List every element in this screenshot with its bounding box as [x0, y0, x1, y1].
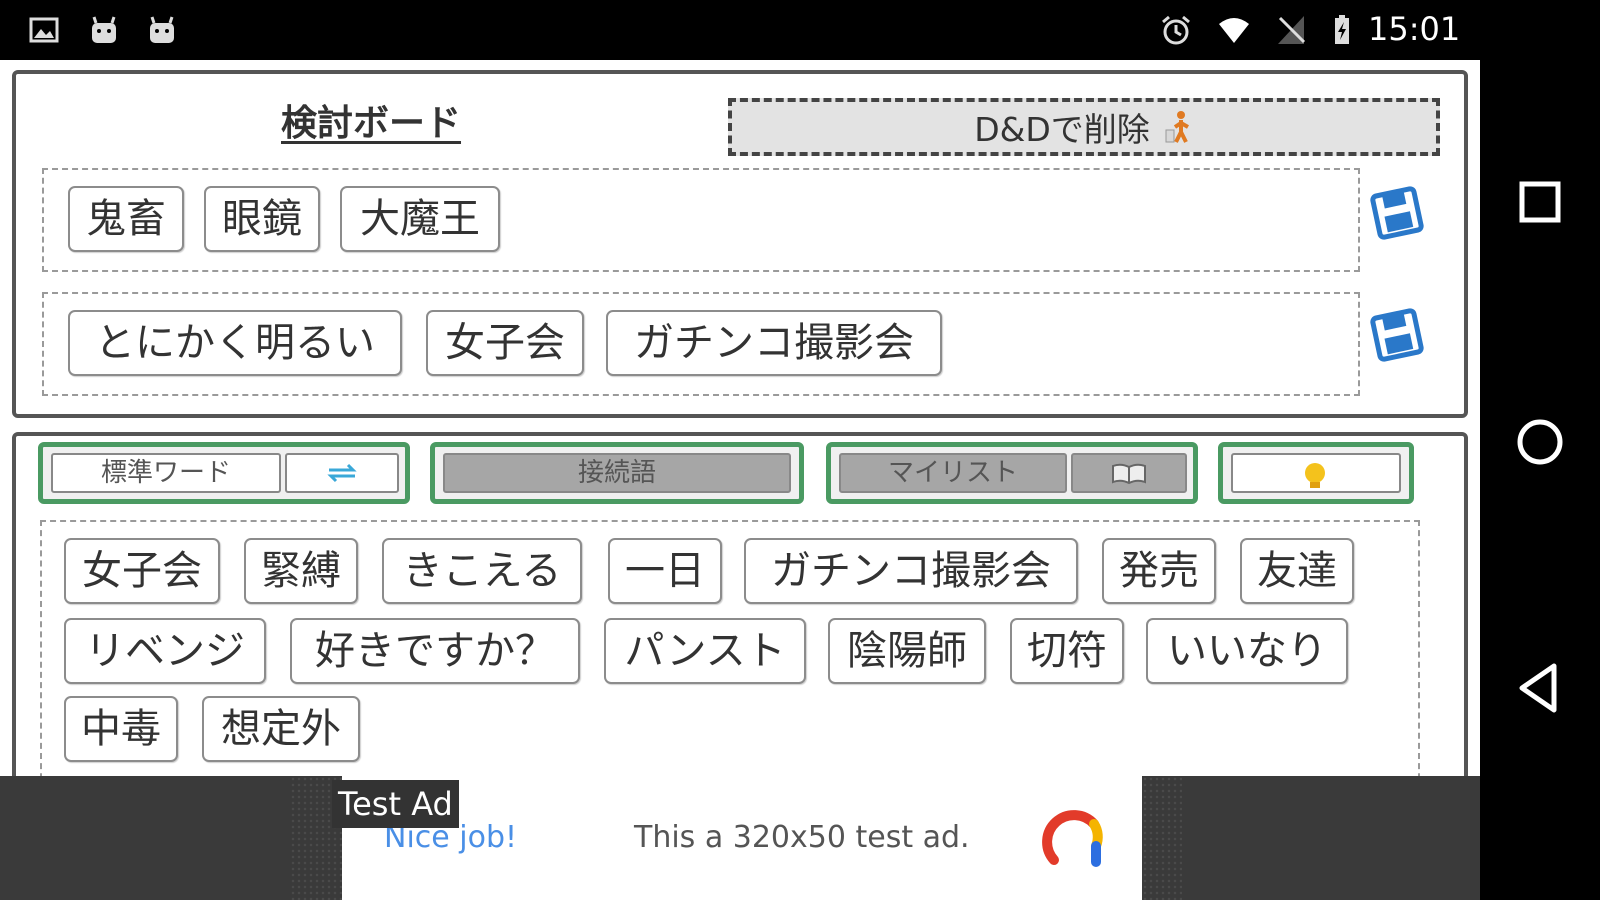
word-chip[interactable]: 眼鏡 — [204, 186, 320, 252]
word-chip[interactable]: 大魔王 — [340, 186, 500, 252]
word-chip[interactable]: 陰陽師 — [828, 618, 986, 684]
word-chip[interactable]: 女子会 — [64, 538, 220, 604]
word-chip[interactable]: リベンジ — [64, 618, 266, 684]
refresh-icon[interactable] — [285, 453, 399, 493]
word-chip[interactable]: きこえる — [382, 538, 582, 604]
board-row[interactable]: 鬼畜 眼鏡 大魔王 — [42, 168, 1360, 272]
word-chip[interactable]: 女子会 — [426, 310, 584, 376]
word-chip[interactable]: ガチンコ撮影会 — [744, 538, 1078, 604]
navigation-bar — [1480, 60, 1600, 900]
tab-label: 接続語 — [443, 453, 791, 493]
test-ad-badge: Test Ad — [332, 780, 459, 828]
status-bar: 15:01 — [0, 0, 1600, 60]
delete-drop-zone[interactable]: D&Dで削除 — [728, 98, 1440, 156]
home-button[interactable] — [1498, 400, 1582, 484]
app-content: 検討ボード D&Dで削除 鬼畜 眼鏡 大魔王 とにかく明るい 女子会 ガチンコ撮… — [0, 60, 1480, 776]
word-chip[interactable]: 切符 — [1010, 618, 1124, 684]
tab-my-list[interactable]: マイリスト — [826, 442, 1198, 504]
ad-text: This a 320x50 test ad. — [634, 820, 970, 855]
word-chip[interactable]: 緊縛 — [244, 538, 358, 604]
wifi-icon — [1219, 18, 1249, 43]
android-icon — [150, 16, 174, 43]
word-chip[interactable]: 想定外 — [202, 696, 360, 762]
board-row[interactable]: とにかく明るい 女子会 ガチンコ撮影会 — [42, 292, 1360, 396]
book-icon[interactable] — [1071, 453, 1187, 493]
tab-label: 標準ワード — [51, 453, 281, 493]
android-icon — [92, 16, 116, 43]
word-chip[interactable]: ガチンコ撮影会 — [606, 310, 942, 376]
ad-banner: Nice job! This a 320x50 test ad. Test Ad — [0, 776, 1480, 900]
recent-apps-button[interactable] — [1498, 160, 1582, 244]
alarm-icon — [1162, 15, 1190, 45]
tab-conjunctions[interactable]: 接続語 — [430, 442, 804, 504]
tab-ideas[interactable] — [1218, 442, 1414, 504]
battery-charging-icon — [1335, 15, 1349, 44]
word-chip[interactable]: パンスト — [604, 618, 806, 684]
consideration-board: 検討ボード D&Dで削除 鬼畜 眼鏡 大魔王 とにかく明るい 女子会 ガチンコ撮… — [12, 70, 1468, 418]
word-chip[interactable]: 発売 — [1102, 538, 1216, 604]
status-time: 15:01 — [1368, 10, 1461, 48]
word-chip[interactable]: 一日 — [608, 538, 722, 604]
board-title: 検討ボード — [281, 103, 462, 144]
ad-creative[interactable]: Nice job! This a 320x50 test ad. — [342, 776, 1142, 900]
ad-logo-icon — [1042, 810, 1103, 867]
lightbulb-icon[interactable] — [1231, 453, 1401, 493]
word-chip[interactable]: とにかく明るい — [68, 310, 402, 376]
word-list[interactable]: 女子会 緊縛 きこえる 一日 ガチンコ撮影会 発売 友達 リベンジ 好きですか？… — [40, 520, 1420, 776]
save-row-button[interactable] — [1368, 184, 1426, 242]
tab-standard-words[interactable]: 標準ワード — [38, 442, 410, 504]
trash-figure-icon — [1165, 111, 1189, 143]
word-chip[interactable]: 好きですか？ — [290, 618, 580, 684]
word-chip[interactable]: 鬼畜 — [68, 186, 184, 252]
gallery-icon — [29, 17, 59, 43]
delete-zone-label: D&Dで削除 — [974, 110, 1150, 149]
back-button[interactable] — [1498, 646, 1582, 730]
word-chip[interactable]: いいなり — [1146, 618, 1348, 684]
word-chip[interactable]: 中毒 — [64, 696, 178, 762]
word-chip[interactable]: 友達 — [1240, 538, 1354, 604]
tab-label: マイリスト — [839, 453, 1067, 493]
save-row-button[interactable] — [1368, 306, 1426, 364]
no-signal-icon — [1278, 16, 1306, 44]
